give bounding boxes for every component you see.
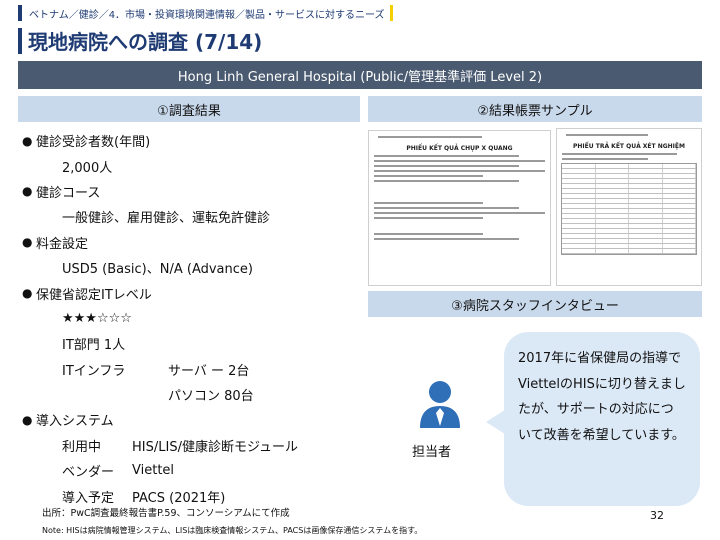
person-icon: [420, 381, 460, 428]
list-item: 利用中 HIS/LIS/健康診断モジュール: [22, 433, 352, 458]
it-dept-value: IT部門 1人: [62, 338, 126, 354]
list-item: USD5 (Basic)、N/A (Advance): [22, 255, 352, 280]
doc-line: [562, 153, 678, 155]
source-citation: 出所：PwC調査最終報告書P.59、コンソーシアムにて作成: [42, 508, 290, 519]
vendor-label: ベンダー: [62, 465, 115, 481]
planned-value: PACS (2021年): [132, 490, 226, 506]
page-number: 32: [650, 509, 664, 522]
doc-line: [378, 136, 482, 138]
list-item: 一般健診、雇用健診、運転免許健診: [22, 204, 352, 229]
list-item: ★★★☆☆☆: [22, 306, 352, 331]
footnote: Note: HISは病院情報管理システム、LISは臨床検査情報システム、PACS…: [42, 526, 423, 535]
doc-line: [374, 207, 519, 209]
title-marker: [18, 28, 22, 54]
lab-result-form-image: PHIẾU TRẢ KẾT QUẢ XÉT NGHIỆM: [556, 128, 702, 286]
list-item: ● 導入システム: [22, 407, 352, 432]
doc-header-lines: [557, 129, 701, 141]
doc-spacer: [369, 185, 550, 199]
doc-line: [566, 134, 648, 136]
xray-form-title: PHIẾU KẾT QUẢ CHỤP X QUANG: [406, 145, 513, 152]
doc-line: [374, 233, 483, 235]
price-label: 料金設定: [36, 236, 89, 252]
table-row: [562, 249, 696, 254]
in-use-label: 利用中: [62, 439, 102, 455]
doc-spacer: [369, 222, 550, 230]
section-header-sample: ②結果帳票サンプル: [368, 96, 702, 122]
it-level-label: 保健省認定ITレベル: [36, 287, 152, 303]
survey-results-list: ● 健診受診者数(年間) 2,000人 ● 健診コース 一般健診、雇用健診、運転…: [22, 128, 352, 509]
breadcrumb-marker: [18, 5, 22, 21]
list-item: ITインフラ サーバ ー 2台: [22, 357, 352, 382]
price-value: USD5 (Basic)、N/A (Advance): [62, 262, 253, 278]
xray-result-form-image: PHIẾU KẾT QUẢ CHỤP X QUANG: [368, 130, 551, 286]
vendor-value: Viettel: [132, 463, 175, 479]
capacity-value: 2,000人: [62, 160, 113, 176]
doc-line: [374, 160, 545, 162]
systems-label: 導入システム: [36, 414, 114, 430]
pcs-value: パソコン 80台: [168, 389, 254, 405]
doc-line: [374, 238, 519, 240]
result-form-samples: PHIẾU KẾT QUẢ CHỤP X QUANG PHIẾU TRẢ KẾT…: [368, 126, 702, 288]
doc-line: [374, 212, 545, 214]
doc-header-lines: [369, 131, 550, 143]
breadcrumb-end-marker: [389, 5, 393, 21]
lab-form-title: PHIẾU TRẢ KẾT QUẢ XÉT NGHIỆM: [573, 143, 685, 150]
list-item: 2,000人: [22, 153, 352, 178]
doc-line: [374, 217, 483, 219]
list-item: ● 健診コース: [22, 179, 352, 204]
bullet-icon: ●: [22, 133, 33, 148]
doc-line: [562, 158, 649, 160]
doc-line: [374, 165, 519, 167]
hospital-banner: Hong Linh General Hospital (Public/管理基準評…: [18, 61, 702, 89]
doc-line: [374, 175, 483, 177]
section-header-results: ①調査結果: [18, 96, 360, 122]
it-infra-label: ITインフラ: [62, 363, 126, 379]
list-item: パソコン 80台: [22, 382, 352, 407]
bullet-icon: ●: [22, 184, 33, 199]
lab-result-table: [561, 163, 697, 255]
list-item: ● 料金設定: [22, 230, 352, 255]
speech-bubble: 2017年に省保健局の指導でViettelのHISに切り替えましたが、サポートの…: [504, 332, 700, 506]
bullet-icon: ●: [22, 412, 33, 427]
bullet-icon: ●: [22, 235, 33, 250]
section-header-interview: ③病院スタッフインタビュー: [368, 291, 702, 317]
interviewee-role: 担当者: [412, 445, 452, 460]
interview-quote: 2017年に省保健局の指導でViettelのHISに切り替えましたが、サポートの…: [518, 351, 686, 443]
bullet-icon: ●: [22, 286, 33, 301]
doc-line: [374, 170, 545, 172]
it-level-stars: ★★★☆☆☆: [62, 310, 132, 326]
doc-line: [374, 180, 519, 182]
list-item: IT部門 1人: [22, 331, 352, 356]
page-title: 現地病院への調査 (7/14): [28, 30, 263, 54]
courses-label: 健診コース: [36, 185, 101, 201]
list-item: ● 健診受診者数(年間): [22, 128, 352, 153]
list-item: ベンダー Viettel: [22, 458, 352, 483]
in-use-value: HIS/LIS/健康診断モジュール: [132, 439, 299, 455]
staff-interview: 担当者 2017年に省保健局の指導でViettelのHISに切り替えましたが、サ…: [368, 320, 702, 520]
doc-line: [374, 155, 519, 157]
capacity-label: 健診受診者数(年間): [36, 135, 151, 151]
courses-value: 一般健診、雇用健診、運転免許健診: [62, 211, 271, 227]
breadcrumb: ベトナム／健診／4．市場・投資環境関連情報／製品・サービスに対するニーズ: [26, 5, 388, 21]
servers-value: サーバ ー 2台: [168, 363, 250, 379]
breadcrumb-container: ベトナム／健診／4．市場・投資環境関連情報／製品・サービスに対するニーズ: [18, 4, 393, 22]
doc-line: [374, 202, 483, 204]
list-item: ● 保健省認定ITレベル: [22, 280, 352, 305]
planned-label: 導入予定: [62, 490, 115, 506]
